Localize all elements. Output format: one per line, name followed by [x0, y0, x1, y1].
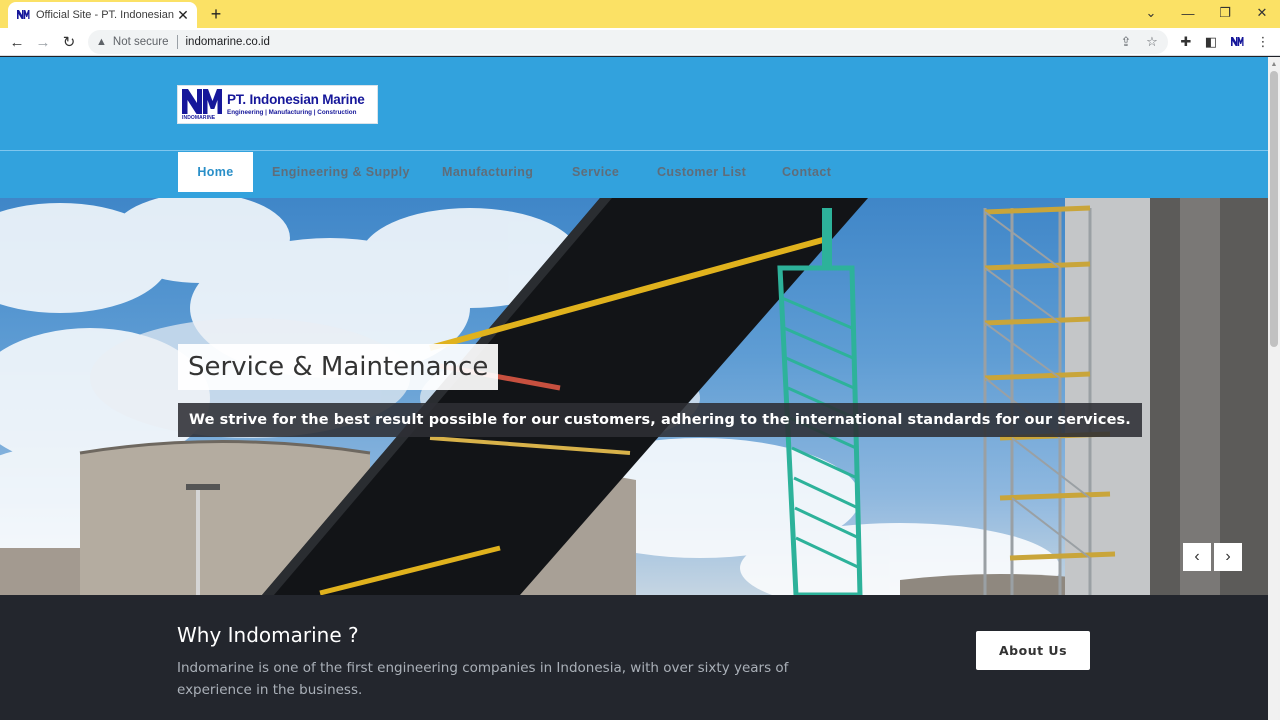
why-title: Why Indomarine ? [177, 623, 359, 647]
hero-slider: Service & Maintenance We strive for the … [0, 198, 1268, 595]
tab-search-icon[interactable]: ⌄ [1140, 3, 1162, 23]
logo-company-name: PT. Indonesian Marine [227, 92, 365, 107]
logo-tagline: Engineering | Manufacturing | Constructi… [227, 109, 357, 116]
nav-customer-list[interactable]: Customer List [657, 152, 746, 192]
reload-icon[interactable]: ↻ [59, 32, 79, 52]
nav-engineering-supply[interactable]: Engineering & Supply [272, 152, 410, 192]
logo-small-text: INDOMARINE [182, 115, 216, 121]
share-icon[interactable]: ⇪ [1116, 32, 1136, 52]
side-panel-icon[interactable]: ◧ [1201, 32, 1221, 52]
site-favicon-icon [16, 9, 30, 21]
browser-toolbar: ← → ↻ ▲ Not secure indomarine.co.id ⇪ ☆ … [0, 28, 1280, 56]
scroll-thumb[interactable] [1270, 71, 1278, 347]
browser-tab[interactable]: Official Site - PT. Indonesian Mar ✕ [8, 2, 197, 28]
scroll-up-arrow-icon[interactable]: ▲ [1268, 57, 1280, 71]
page-scrollbar[interactable]: ▲ [1268, 57, 1280, 720]
nav-service[interactable]: Service [572, 152, 619, 192]
browser-menu-icon[interactable]: ⋮ [1253, 32, 1273, 52]
about-us-button[interactable]: About Us [976, 631, 1090, 670]
hero-caption-title: Service & Maintenance [178, 344, 499, 390]
page-viewport: INDOMARINE PT. Indonesian Marine Enginee… [0, 57, 1268, 720]
address-divider [176, 35, 178, 49]
slider-next-icon[interactable]: › [1214, 543, 1242, 571]
nm-logo-icon: INDOMARINE [181, 88, 223, 121]
why-section: Why Indomarine ? Indomarine is one of th… [0, 595, 1268, 720]
nav-home[interactable]: Home [178, 152, 253, 192]
warning-icon[interactable]: ▲ [96, 36, 107, 48]
nav-contact[interactable]: Contact [782, 152, 831, 192]
profile-favicon-icon[interactable] [1227, 32, 1247, 52]
forward-icon[interactable]: → [33, 32, 53, 52]
hero-industrial-image [0, 198, 1268, 595]
hero-caption-text: We strive for the best result possible f… [178, 403, 1142, 437]
back-icon[interactable]: ← [7, 32, 27, 52]
site-header: INDOMARINE PT. Indonesian Marine Enginee… [0, 57, 1268, 198]
nav-manufacturing[interactable]: Manufacturing [442, 152, 533, 192]
restore-icon[interactable]: ❐ [1214, 3, 1236, 23]
minimize-icon[interactable]: — [1177, 3, 1199, 23]
tab-close-icon[interactable]: ✕ [175, 7, 191, 23]
address-bar[interactable]: ▲ Not secure indomarine.co.id ⇪ ☆ [88, 30, 1168, 54]
browser-tab-strip: Official Site - PT. Indonesian Mar ✕ + ⌄… [0, 0, 1280, 28]
why-text: Indomarine is one of the first engineeri… [177, 660, 789, 698]
security-label[interactable]: Not secure [113, 36, 169, 48]
bookmark-star-icon[interactable]: ☆ [1142, 32, 1162, 52]
window-close-icon[interactable]: ✕ [1251, 3, 1273, 23]
tab-title: Official Site - PT. Indonesian Mar [36, 9, 175, 21]
extensions-puzzle-icon[interactable]: ✚ [1176, 32, 1196, 52]
site-logo[interactable]: INDOMARINE PT. Indonesian Marine Enginee… [177, 85, 378, 124]
url-text[interactable]: indomarine.co.id [186, 36, 1117, 48]
new-tab-button[interactable]: + [206, 4, 226, 24]
slider-prev-icon[interactable]: ‹ [1183, 543, 1211, 571]
main-nav: Home Engineering & Supply Manufacturing … [0, 150, 1268, 198]
